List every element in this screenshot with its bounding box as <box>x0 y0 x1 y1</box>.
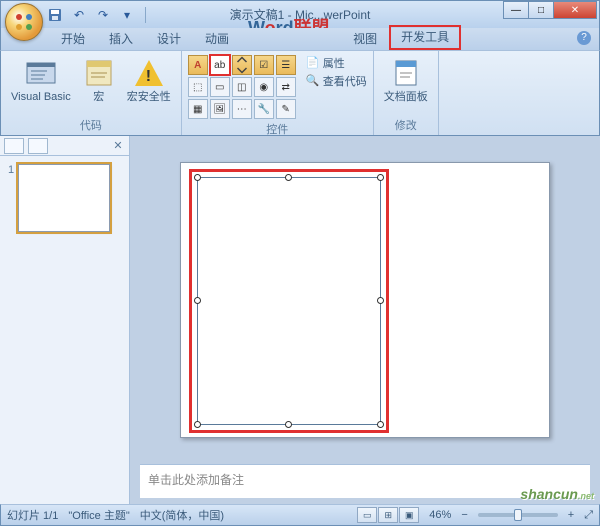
control-more2[interactable]: ✎ <box>276 99 296 119</box>
view-sorter-button[interactable]: ⊞ <box>378 507 398 523</box>
zoom-level[interactable]: 46% <box>429 509 451 521</box>
resize-handle[interactable] <box>194 174 201 181</box>
control-spin[interactable] <box>232 55 252 75</box>
vb-icon <box>25 57 57 89</box>
window-controls: — □ ✕ <box>504 1 597 19</box>
inserted-textbox[interactable] <box>197 177 381 425</box>
macro-icon <box>83 57 115 89</box>
group-label-controls: 控件 <box>188 119 367 137</box>
view-slideshow-button[interactable]: ▣ <box>399 507 419 523</box>
tab-insert[interactable]: 插入 <box>97 27 145 50</box>
thumbnail-pane: ✕ 1 <box>0 136 130 504</box>
resize-handle[interactable] <box>285 174 292 181</box>
maximize-button[interactable]: □ <box>528 1 554 19</box>
ribbon-group-controls: A ab ☑ ☰ ⬚ ▭ ◫ ◉ ⇄ ▦ 🖼 ⋯ 🔧 ✎ 📄属性 🔍查看代码 <box>182 51 374 135</box>
tab-animation[interactable]: 动画 <box>193 27 241 50</box>
tab-developer[interactable]: 开发工具 <box>389 25 461 50</box>
save-icon[interactable] <box>47 7 63 23</box>
control-list[interactable]: ☰ <box>276 55 296 75</box>
office-button[interactable] <box>5 3 43 41</box>
group-label-modify: 修改 <box>380 115 432 133</box>
thumb-tab-slides[interactable] <box>4 138 24 154</box>
status-bar: 幻灯片 1/1 "Office 主题" 中文(简体，中国) ▭ ⊞ ▣ 46% … <box>0 504 600 526</box>
office-logo-icon <box>14 12 34 32</box>
control-scroll[interactable]: ◫ <box>232 77 252 97</box>
controls-grid: A ab ☑ ☰ ⬚ ▭ ◫ ◉ ⇄ ▦ 🖼 ⋯ 🔧 ✎ <box>188 55 296 119</box>
watermark: shancun.net <box>520 486 594 502</box>
status-theme: "Office 主题" <box>68 507 129 523</box>
qat-separator <box>145 7 146 23</box>
qat-dropdown-icon[interactable]: ▾ <box>119 7 135 23</box>
minimize-button[interactable]: — <box>503 1 529 19</box>
resize-handle[interactable] <box>285 421 292 428</box>
quick-access-toolbar: ↶ ↷ ▾ <box>47 7 148 23</box>
resize-handle[interactable] <box>194 421 201 428</box>
control-label[interactable]: A <box>188 55 208 75</box>
properties-icon: 📄 <box>306 56 320 70</box>
controls-side: 📄属性 🔍查看代码 <box>306 55 367 89</box>
ribbon-group-modify: 文档面板 修改 <box>374 51 439 135</box>
zoom-out-button[interactable]: − <box>461 509 467 521</box>
control-checkbox[interactable]: ☑ <box>254 55 274 75</box>
control-frame[interactable]: ▦ <box>188 99 208 119</box>
undo-icon[interactable]: ↶ <box>71 7 87 23</box>
doc-panel-icon <box>390 57 422 89</box>
redo-icon[interactable]: ↷ <box>95 7 111 23</box>
tab-start[interactable]: 开始 <box>49 27 97 50</box>
ribbon-group-code: Visual Basic 宏 宏安全性 代码 <box>1 51 182 135</box>
ribbon-tabs: 开始 插入 设计 动画 视图 开发工具 ? <box>0 28 600 50</box>
control-image[interactable]: 🖼 <box>210 99 230 119</box>
tab-design[interactable]: 设计 <box>145 27 193 50</box>
thumbnail-list: 1 <box>0 156 129 240</box>
thumb-tab-outline[interactable] <box>28 138 48 154</box>
zoom-in-button[interactable]: + <box>568 509 574 521</box>
resize-handle[interactable] <box>377 421 384 428</box>
control-tools[interactable]: 🔧 <box>254 99 274 119</box>
thumbnail-item[interactable]: 1 <box>8 164 121 232</box>
view-normal-button[interactable]: ▭ <box>357 507 377 523</box>
close-button[interactable]: ✕ <box>553 1 597 19</box>
resize-handle[interactable] <box>377 297 384 304</box>
status-language[interactable]: 中文(简体，中国) <box>140 507 224 523</box>
group-label-code: 代码 <box>7 115 175 133</box>
slide-canvas-wrap <box>130 136 600 464</box>
resize-handle[interactable] <box>194 297 201 304</box>
resize-handle[interactable] <box>377 174 384 181</box>
control-textbox[interactable]: ab <box>210 55 230 75</box>
ribbon: Visual Basic 宏 宏安全性 代码 A ab ☑ ☰ ⬚ ▭ ◫ <box>0 50 600 136</box>
control-combo[interactable]: ▭ <box>210 77 230 97</box>
control-button[interactable]: ⬚ <box>188 77 208 97</box>
control-toggle[interactable]: ⇄ <box>276 77 296 97</box>
zoom-fit-button[interactable]: ⤢ <box>584 509 593 522</box>
status-slide-info: 幻灯片 1/1 <box>7 507 58 523</box>
thumbnail-tabs: ✕ <box>0 136 129 156</box>
control-more1[interactable]: ⋯ <box>232 99 252 119</box>
view-code-icon: 🔍 <box>306 74 320 88</box>
workspace: ✕ 1 <box>0 136 600 504</box>
spin-icon <box>233 56 251 74</box>
thumb-close-icon[interactable]: ✕ <box>111 139 125 152</box>
macro-button[interactable]: 宏 <box>79 55 119 105</box>
view-buttons: ▭ ⊞ ▣ <box>357 507 419 523</box>
zoom-thumb[interactable] <box>514 509 522 521</box>
doc-panel-button[interactable]: 文档面板 <box>380 55 432 105</box>
slide-canvas[interactable] <box>180 162 550 438</box>
thumbnail-slide <box>18 164 110 232</box>
warning-icon <box>135 60 163 86</box>
tab-view[interactable]: 视图 <box>341 27 389 50</box>
macro-security-button[interactable]: 宏安全性 <box>123 55 175 105</box>
thumbnail-number: 1 <box>8 164 14 232</box>
zoom-slider[interactable] <box>478 513 558 517</box>
tab-spacer <box>241 44 341 50</box>
slide-area: 单击此处添加备注 <box>130 136 600 504</box>
properties-button[interactable]: 📄属性 <box>306 55 367 71</box>
visual-basic-button[interactable]: Visual Basic <box>7 55 75 105</box>
control-option[interactable]: ◉ <box>254 77 274 97</box>
view-code-button[interactable]: 🔍查看代码 <box>306 73 367 89</box>
help-icon[interactable]: ? <box>577 31 591 45</box>
